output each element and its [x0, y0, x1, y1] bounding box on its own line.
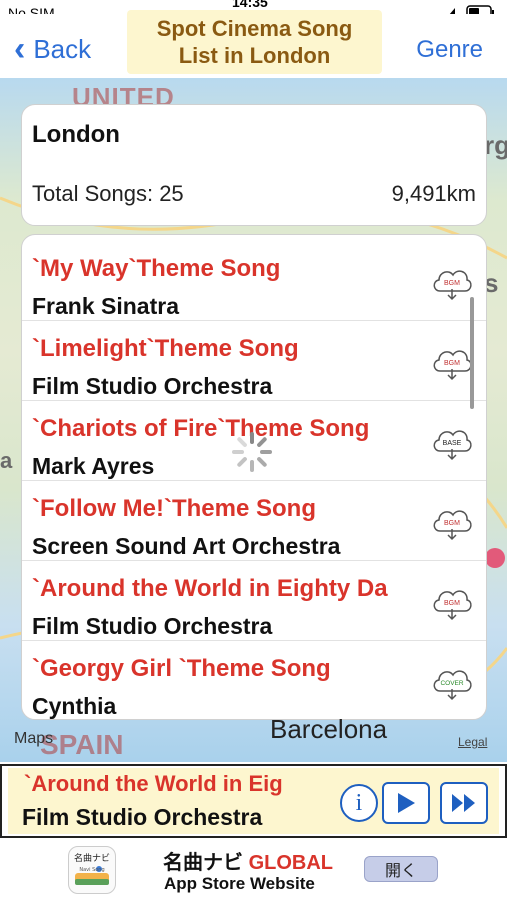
- song-title: `My Way`Theme Song: [32, 255, 281, 282]
- back-button[interactable]: ‹ Back: [14, 32, 91, 66]
- song-row[interactable]: `Around the World in Eighty Da Film Stud…: [22, 561, 486, 641]
- song-title: `Limelight`Theme Song: [32, 335, 299, 362]
- now-playing-song: `Around the World in Eig: [24, 771, 283, 796]
- song-title: `Georgy Girl `Theme Song: [32, 655, 331, 682]
- next-button[interactable]: [440, 782, 488, 824]
- svg-text:名曲ナビ: 名曲ナビ: [74, 852, 110, 864]
- chevron-left-icon: ‹: [14, 30, 26, 68]
- now-playing-artist: Film Studio Orchestra: [22, 804, 263, 830]
- info-icon: i: [355, 789, 363, 816]
- song-artist: Film Studio Orchestra: [32, 613, 273, 639]
- now-playing-panel: `Around the World in Eig Film Studio Orc…: [8, 768, 499, 834]
- maps-attribution: Maps: [14, 730, 54, 747]
- ad-banner[interactable]: 名曲ナビ Navi Song 名曲ナビ GLOBAL App Store Web…: [0, 838, 507, 900]
- ad-title: 名曲ナビ GLOBAL: [163, 852, 333, 874]
- cloud-download-icon[interactable]: BASE: [430, 421, 474, 461]
- total-songs: Total Songs: 25: [32, 181, 184, 206]
- song-title: `Chariots of Fire`Theme Song: [32, 415, 370, 442]
- song-title: `Around the World in Eighty Da: [32, 575, 388, 602]
- tag-label: BGM: [444, 360, 460, 367]
- status-time: 14:35: [232, 0, 268, 10]
- song-row[interactable]: `Limelight`Theme Song Film Studio Orches…: [22, 321, 486, 401]
- cloud-download-icon[interactable]: COVER: [430, 661, 474, 701]
- cloud-download-icon[interactable]: BGM: [430, 501, 474, 541]
- cloud-download-icon[interactable]: BGM: [430, 581, 474, 621]
- svg-text:Navi Song: Navi Song: [79, 867, 104, 873]
- city-name: London: [32, 121, 120, 148]
- song-artist: Film Studio Orchestra: [32, 373, 273, 399]
- song-artist: Cynthia: [32, 693, 117, 719]
- legal-link[interactable]: Legal: [458, 735, 487, 749]
- song-artist: Mark Ayres: [32, 453, 155, 479]
- tag-label: COVER: [440, 680, 463, 687]
- play-button[interactable]: [382, 782, 430, 824]
- distance-value: 9,491km: [391, 181, 476, 206]
- tag-label: BGM: [444, 600, 460, 607]
- app-icon[interactable]: 名曲ナビ Navi Song: [68, 846, 116, 894]
- cloud-download-icon[interactable]: BGM: [430, 261, 474, 301]
- song-row[interactable]: `Georgy Girl `Theme Song Cynthia COVER: [22, 641, 486, 719]
- cloud-download-icon[interactable]: BGM: [430, 341, 474, 381]
- song-row[interactable]: `My Way`Theme Song Frank Sinatra BGM: [22, 241, 486, 321]
- location-card: London Total Songs: 25 9,491km: [21, 104, 487, 226]
- info-button[interactable]: i: [340, 784, 378, 822]
- tag-label: BGM: [444, 280, 460, 287]
- song-list[interactable]: `My Way`Theme Song Frank Sinatra BGM `Li…: [21, 234, 487, 720]
- song-artist: Screen Sound Art Orchestra: [32, 533, 341, 559]
- ad-subtitle: App Store Website: [164, 874, 315, 893]
- now-playing-bar: `Around the World in Eig Film Studio Orc…: [0, 764, 507, 838]
- tag-label: BASE: [443, 440, 462, 447]
- back-label: Back: [33, 33, 92, 64]
- song-artist: Frank Sinatra: [32, 293, 179, 319]
- title-line-1: Spot Cinema Song: [156, 16, 353, 41]
- navigation-bar: ‹ Back Spot Cinema Song List in London G…: [0, 10, 507, 76]
- page-title: Spot Cinema Song List in London: [127, 10, 382, 74]
- open-button[interactable]: 開く: [364, 856, 438, 882]
- fast-forward-icon: [452, 794, 475, 812]
- play-icon: [398, 793, 415, 813]
- genre-button[interactable]: Genre: [416, 36, 483, 64]
- song-title: `Follow Me!`Theme Song: [32, 495, 316, 522]
- tag-label: BGM: [444, 520, 460, 527]
- title-line-2: List in London: [178, 43, 331, 68]
- song-row[interactable]: `Follow Me!`Theme Song Screen Sound Art …: [22, 481, 486, 561]
- scrollbar[interactable]: [470, 297, 474, 409]
- map-city-label: Barcelona: [270, 714, 388, 744]
- loading-spinner-icon: [232, 432, 272, 472]
